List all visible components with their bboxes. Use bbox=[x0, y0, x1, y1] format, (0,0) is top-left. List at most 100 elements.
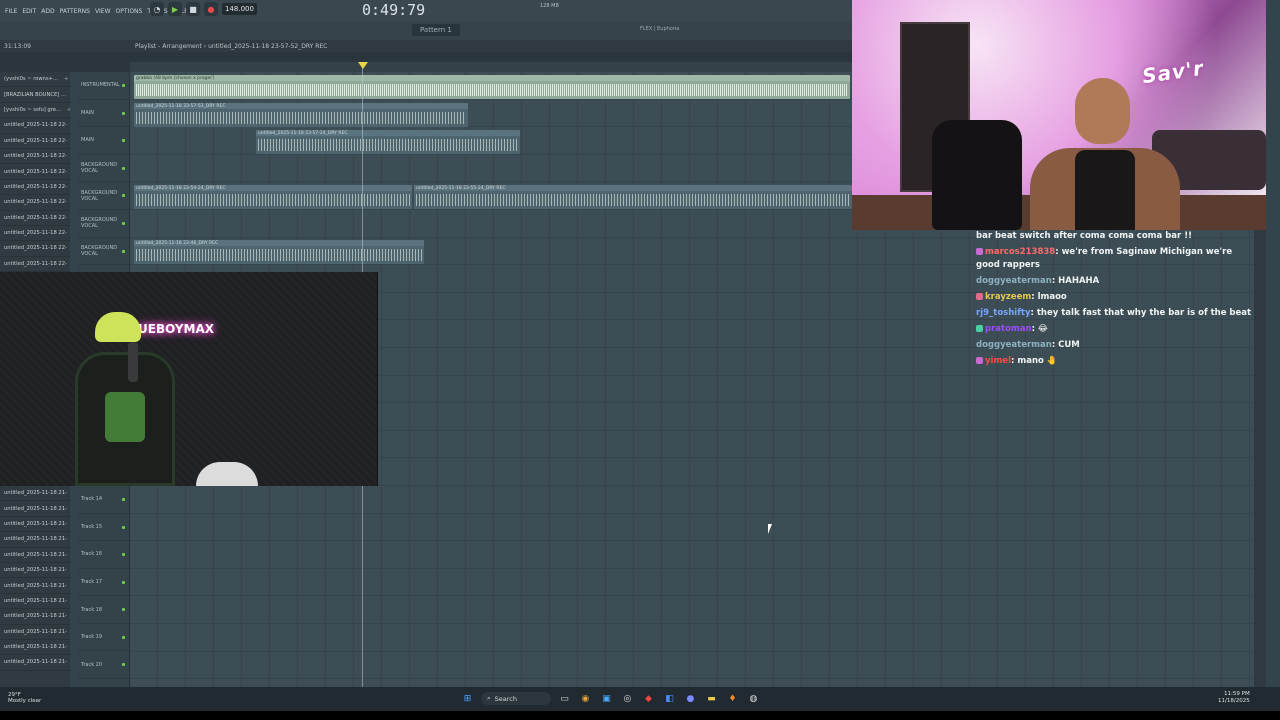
chat-username[interactable]: doggyeaterman bbox=[976, 340, 1052, 350]
track-mute-led[interactable] bbox=[122, 84, 125, 87]
track-lane[interactable] bbox=[130, 652, 1254, 680]
discord-icon[interactable]: ● bbox=[683, 691, 698, 706]
chat-username[interactable]: pratoman bbox=[985, 324, 1032, 334]
track-header[interactable]: Track 16 bbox=[78, 541, 129, 569]
track-mute-led[interactable] bbox=[122, 663, 125, 667]
browser-item[interactable]: untitled_2025-11-18 21- bbox=[0, 578, 70, 594]
browser-item[interactable]: untitled_2025-11-18 22- bbox=[0, 134, 70, 149]
clip-main-1[interactable]: untitled_2025-11-18 23-57-52_DRY REC bbox=[134, 103, 468, 127]
clip-instrumental[interactable]: grabba (48 bpm [chosen x prager] bbox=[134, 75, 850, 99]
track-header[interactable]: Track 15 bbox=[78, 514, 129, 542]
track-lane[interactable] bbox=[130, 624, 1254, 652]
clip-bgv-1[interactable]: untitled_2025-11-18 23-54-24_DRY REC bbox=[134, 185, 412, 209]
chat-username[interactable]: doggyeaterman bbox=[976, 276, 1052, 286]
track-header[interactable]: Track 18 bbox=[78, 596, 129, 624]
windows-start-icon[interactable]: ⊞ bbox=[460, 691, 475, 706]
stop-button[interactable]: ■ bbox=[186, 2, 200, 16]
store-icon[interactable]: ▣ bbox=[599, 691, 614, 706]
track-header[interactable]: Track 20 bbox=[78, 651, 129, 680]
track-header[interactable]: BACKGROUND VOCAL bbox=[78, 238, 129, 266]
browser-item[interactable]: [BRAZILIAN BOUNCE] ...+ bbox=[0, 87, 70, 103]
browser-item[interactable]: untitled_2025-11-18 21- bbox=[0, 486, 70, 502]
app-blue-icon[interactable]: ◧ bbox=[662, 691, 677, 706]
track-mute-led[interactable] bbox=[122, 580, 125, 584]
browser-item[interactable]: untitled_2025-11-18 21- bbox=[0, 563, 70, 579]
browser-item[interactable]: untitled_2025-11-18 22- bbox=[0, 149, 70, 165]
browser-item[interactable]: untitled_2025-11-18 22- bbox=[0, 180, 70, 196]
browser-item[interactable]: untitled_2025-11-18 21- bbox=[0, 501, 70, 517]
track-lane[interactable] bbox=[130, 569, 1254, 597]
track-header[interactable]: INSTRUMENTAL bbox=[78, 72, 129, 100]
browser-item[interactable]: untitled_2025-11-18 21- bbox=[0, 655, 70, 671]
track-lane[interactable] bbox=[130, 541, 1254, 569]
track-mute-led[interactable] bbox=[122, 166, 125, 170]
browser-item[interactable]: untitled_2025-11-18 22- bbox=[0, 211, 70, 226]
track-header[interactable]: MAIN bbox=[78, 100, 129, 128]
menu-item[interactable]: ADD bbox=[40, 8, 55, 15]
app-red-icon[interactable]: ◆ bbox=[641, 691, 656, 706]
chat-username[interactable]: marcos213838 bbox=[985, 247, 1055, 257]
timeline-ruler[interactable] bbox=[130, 62, 852, 72]
menu-item[interactable]: PATTERNS bbox=[59, 8, 91, 15]
chrome-icon[interactable]: ◉ bbox=[578, 691, 593, 706]
track-mute-led[interactable] bbox=[122, 553, 125, 557]
chat-username[interactable]: krayzeem bbox=[985, 292, 1031, 302]
record-button[interactable]: ● bbox=[204, 2, 218, 16]
pattern-selector[interactable]: Pattern 1 bbox=[412, 24, 460, 36]
browser-item[interactable]: untitled_2025-11-18 22- bbox=[0, 164, 70, 180]
track-lane[interactable] bbox=[130, 596, 1254, 624]
add-icon[interactable]: + bbox=[67, 107, 70, 113]
folder-icon[interactable]: ▬ bbox=[704, 691, 719, 706]
obs-icon[interactable]: ◎ bbox=[620, 691, 635, 706]
weather-widget[interactable]: 29°F Mostly clear bbox=[8, 692, 41, 704]
menu-item[interactable]: EDIT bbox=[21, 8, 37, 15]
browser-item[interactable]: [yvshi0s ~ ssfu] gre...+ bbox=[0, 103, 70, 119]
track-lane[interactable] bbox=[130, 514, 1254, 542]
browser-item[interactable]: untitled_2025-11-18 22- bbox=[0, 257, 70, 273]
track-header[interactable]: BACKGROUND VOCAL bbox=[78, 182, 129, 210]
chat-username[interactable]: rj9_toshifty bbox=[976, 308, 1031, 318]
app-circle-icon[interactable]: ◍ bbox=[746, 691, 761, 706]
playhead-marker-icon[interactable] bbox=[358, 62, 368, 69]
track-mute-led[interactable] bbox=[122, 139, 125, 143]
track-header[interactable]: BACKGROUND VOCAL bbox=[78, 155, 129, 183]
menu-item[interactable]: VIEW bbox=[94, 8, 112, 15]
clip-bgv-2[interactable]: untitled_2025-11-18 23-46_DRY REC bbox=[134, 240, 424, 264]
track-header[interactable]: Track 14 bbox=[78, 486, 129, 514]
browser-item[interactable]: untitled_2025-11-18 22- bbox=[0, 195, 70, 211]
track-header[interactable]: BACKGROUND VOCAL bbox=[78, 210, 129, 238]
play-button[interactable]: ▶ bbox=[168, 2, 182, 16]
taskbar-search[interactable]: ⌕ Search bbox=[481, 692, 551, 705]
track-mute-led[interactable] bbox=[122, 111, 125, 115]
menu-item[interactable]: OPTIONS bbox=[115, 8, 144, 15]
browser-item[interactable]: untitled_2025-11-18 21- bbox=[0, 532, 70, 548]
track-lane[interactable] bbox=[130, 486, 1254, 514]
browser-item[interactable]: untitled_2025-11-18 21- bbox=[0, 625, 70, 640]
tempo-display[interactable]: 148.000 bbox=[222, 3, 257, 15]
fl-studio-icon[interactable]: ♦ bbox=[725, 691, 740, 706]
browser-item[interactable]: untitled_2025-11-18 22- bbox=[0, 241, 70, 257]
browser-item[interactable]: untitled_2025-11-18 22- bbox=[0, 226, 70, 242]
chat-username[interactable]: yimel bbox=[985, 356, 1011, 366]
track-mute-led[interactable] bbox=[122, 525, 125, 529]
clip-main-2[interactable]: untitled_2025-11-18 23-57-24_DRY REC bbox=[256, 130, 520, 154]
track-mute-led[interactable] bbox=[122, 221, 125, 225]
browser-item[interactable]: untitled_2025-11-18 21- bbox=[0, 517, 70, 533]
task-view-icon[interactable]: ▭ bbox=[557, 691, 572, 706]
browser-item[interactable]: (yvshi0s ~ rowns+... + bbox=[0, 72, 70, 88]
browser-item[interactable]: untitled_2025-11-18 21- bbox=[0, 594, 70, 610]
add-icon[interactable]: + bbox=[64, 76, 68, 82]
track-mute-led[interactable] bbox=[122, 608, 125, 612]
track-mute-led[interactable] bbox=[122, 497, 125, 501]
track-header[interactable]: Track 19 bbox=[78, 624, 129, 652]
browser-item[interactable]: untitled_2025-11-18 21- bbox=[0, 640, 70, 656]
browser-item[interactable]: untitled_2025-11-18 22- bbox=[0, 118, 70, 134]
browser-item[interactable]: untitled_2025-11-18 21- bbox=[0, 609, 70, 625]
system-clock[interactable]: 11:59 PM 11/18/2025 bbox=[1218, 691, 1250, 705]
menu-item[interactable]: FILE bbox=[4, 8, 18, 15]
clip-bgv-1b[interactable]: untitled_2025-11-18 23-55-24_DRY REC bbox=[414, 185, 852, 209]
track-header[interactable]: Track 17 bbox=[78, 569, 129, 597]
metronome-icon[interactable]: ◔ bbox=[150, 2, 164, 16]
track-mute-led[interactable] bbox=[122, 249, 125, 253]
browser-item[interactable]: untitled_2025-11-18 21- bbox=[0, 548, 70, 563]
